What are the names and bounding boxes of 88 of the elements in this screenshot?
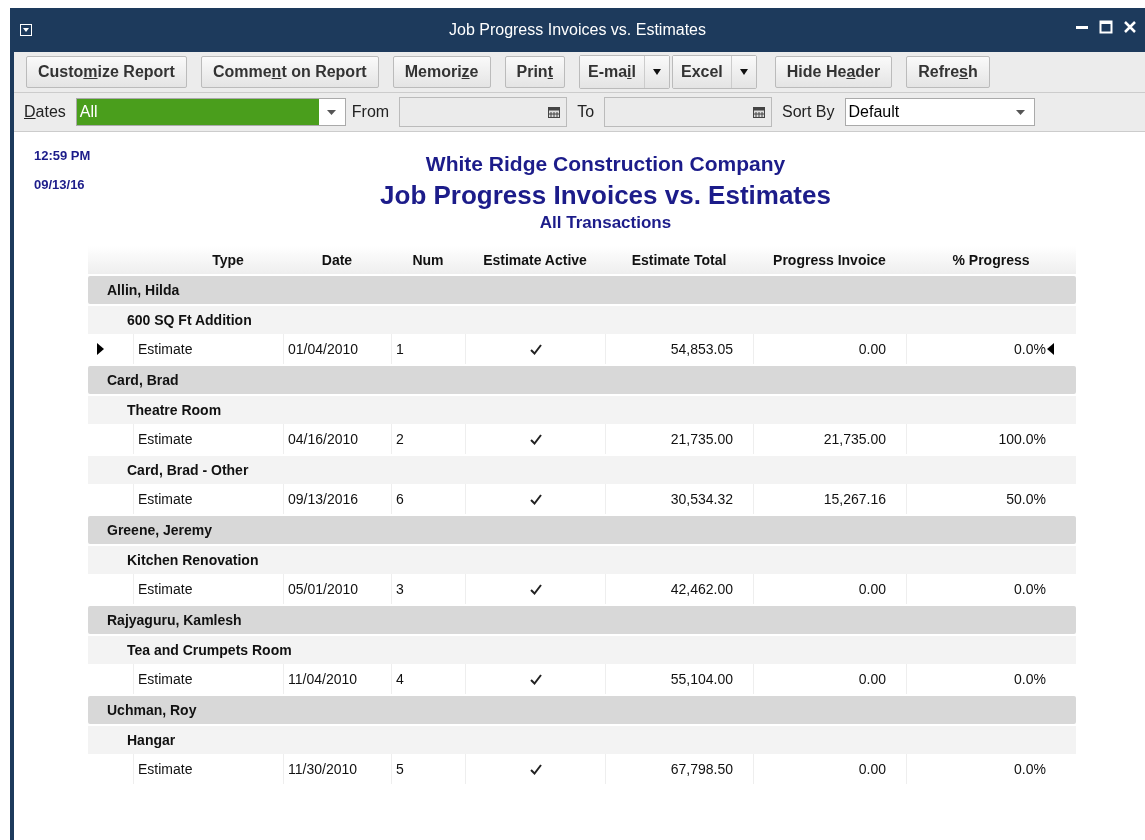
table-cell: 1 — [391, 334, 465, 364]
window-title: Job Progress Invoices vs. Estimates — [449, 21, 706, 39]
job-name: 600 SQ Ft Addition — [127, 312, 252, 328]
report-date: 09/13/16 — [34, 177, 86, 192]
job-name: Kitchen Renovation — [127, 552, 259, 568]
toolbar-button[interactable]: Comment on Report — [200, 56, 379, 88]
toolbar-button[interactable]: Print — [504, 56, 565, 88]
table-cell: Estimate — [133, 334, 283, 364]
table-cell: 15,267.16 — [753, 484, 906, 514]
table-cell: 09/13/2016 — [283, 484, 391, 514]
column-header[interactable]: Type — [133, 252, 283, 268]
customer-name: Card, Brad — [107, 372, 179, 388]
to-label: To — [577, 103, 595, 121]
table-cell: 21,735.00 — [753, 424, 906, 454]
table-cell: Estimate — [133, 424, 283, 454]
table-cell: 0.0% — [1014, 761, 1046, 777]
table-cell: 4 — [391, 664, 465, 694]
table-cell: 0.0% — [1014, 341, 1046, 357]
from-label: From — [351, 103, 390, 121]
calendar-icon[interactable] — [548, 106, 561, 118]
table-cell: Estimate — [133, 664, 283, 694]
to-date-field[interactable] — [604, 97, 773, 127]
table-cell: 67,798.50 — [605, 754, 753, 784]
toolbar-button[interactable]: Refresh — [906, 56, 990, 88]
company-name: White Ridge Construction Company — [425, 152, 786, 176]
caret-icon — [739, 69, 748, 75]
sort-by-label: Sort By — [782, 103, 835, 121]
toolbar-button[interactable]: Memorize — [392, 56, 491, 88]
row-pointer-icon — [97, 343, 104, 355]
table-cell: 0.00 — [753, 664, 906, 694]
toolbar-button[interactable]: Hide Header — [774, 56, 893, 88]
table-cell: 30,534.32 — [605, 484, 753, 514]
table-cell: 54,853.05 — [605, 334, 753, 364]
table-cell: Estimate — [133, 574, 283, 604]
column-header[interactable]: Progress Invoice — [753, 252, 906, 268]
caret-icon — [653, 69, 661, 75]
report-title: Job Progress Invoices vs. Estimates — [380, 180, 831, 211]
table-cell: 11/04/2010 — [283, 664, 391, 694]
table-cell: 0.00 — [753, 574, 906, 604]
customer-name: Rajyaguru, Kamlesh — [107, 612, 242, 628]
customer-name: Allin, Hilda — [107, 282, 180, 298]
table-cell: 5 — [391, 754, 465, 784]
job-name: Tea and Crumpets Room — [127, 642, 292, 658]
table-cell: 04/16/2010 — [283, 424, 391, 454]
column-header[interactable]: Estimate Total — [605, 252, 753, 268]
dropdown-button[interactable] — [731, 56, 756, 88]
table-cell: 55,104.00 — [605, 664, 753, 694]
job-name: Theatre Room — [127, 402, 222, 418]
close-icon[interactable] — [1123, 20, 1137, 34]
toolbar-button[interactable]: Customize Report — [26, 56, 187, 88]
table-cell: 0.00 — [753, 334, 906, 364]
table-cell: 3 — [391, 574, 465, 604]
from-date-field[interactable] — [399, 97, 568, 127]
table-cell: 2 — [391, 424, 465, 454]
table-cell: Estimate — [133, 484, 283, 514]
column-header[interactable]: Estimate Active — [465, 252, 605, 268]
caret-icon — [327, 109, 337, 115]
table-cell: 0.00 — [753, 754, 906, 784]
table-cell: 0.0% — [1014, 671, 1046, 687]
table-cell: 0.0% — [1014, 581, 1046, 597]
dates-label: Dates — [24, 103, 66, 121]
customer-name: Greene, Jeremy — [107, 522, 213, 538]
table-cell: 05/01/2010 — [283, 574, 391, 604]
window-menu-icon[interactable] — [20, 24, 32, 36]
job-name: Card, Brad - Other — [127, 462, 249, 478]
table-cell: 42,462.00 — [605, 574, 753, 604]
row-pointer-icon — [1047, 343, 1054, 355]
maximize-icon[interactable] — [1099, 20, 1113, 34]
report-subtitle: All Transactions — [539, 213, 672, 233]
column-header[interactable]: Date — [283, 252, 391, 268]
dropdown-button[interactable] — [645, 56, 669, 88]
job-name: Hangar — [127, 732, 176, 748]
table-cell: Estimate — [133, 754, 283, 784]
table-cell: 11/30/2010 — [283, 754, 391, 784]
table-cell: 01/04/2010 — [283, 334, 391, 364]
calendar-icon[interactable] — [753, 106, 766, 118]
table-cell: 50.0% — [1006, 491, 1046, 507]
column-header[interactable]: Num — [391, 252, 465, 268]
caret-icon — [1016, 109, 1025, 115]
sort-by-dropdown[interactable]: Default — [844, 98, 1035, 126]
column-header[interactable]: % Progress — [906, 252, 1076, 268]
table-cell: 100.0% — [998, 431, 1046, 447]
table-cell: 6 — [391, 484, 465, 514]
toolbar-button[interactable]: Excel — [673, 56, 732, 88]
table-cell: 21,735.00 — [605, 424, 753, 454]
toolbar-button[interactable]: E-mail — [579, 56, 645, 88]
report-time: 12:59 PM — [34, 148, 91, 163]
customer-name: Uchman, Roy — [107, 702, 197, 718]
